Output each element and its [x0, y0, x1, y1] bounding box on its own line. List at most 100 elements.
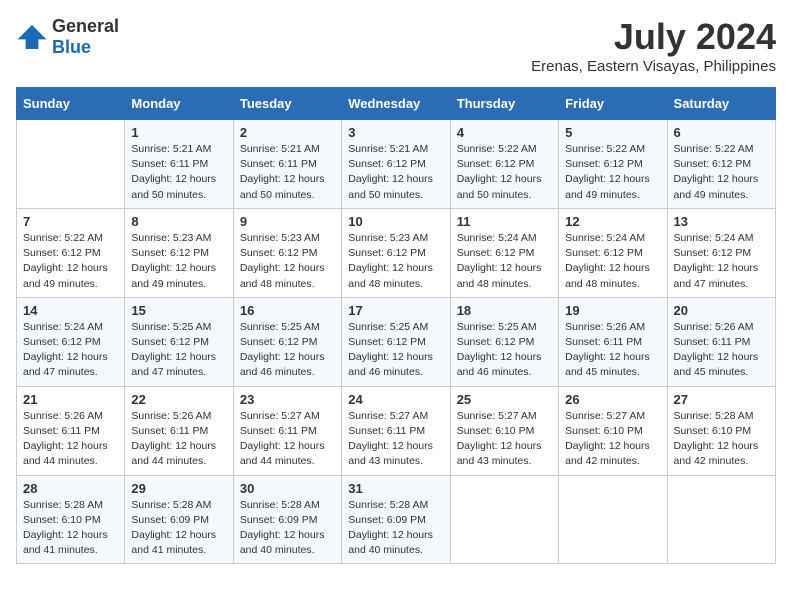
weekday-header-tuesday: Tuesday — [233, 88, 341, 120]
day-daylight: Daylight: 12 hours and 50 minutes. — [240, 173, 325, 200]
day-sunrise: Sunrise: 5:22 AM — [23, 232, 103, 244]
day-number: 18 — [457, 303, 552, 318]
day-daylight: Daylight: 12 hours and 44 minutes. — [23, 440, 108, 467]
day-sunset: Sunset: 6:09 PM — [348, 514, 426, 526]
day-daylight: Daylight: 12 hours and 48 minutes. — [457, 262, 542, 289]
day-daylight: Daylight: 12 hours and 49 minutes. — [23, 262, 108, 289]
day-sunset: Sunset: 6:09 PM — [240, 514, 318, 526]
day-sunrise: Sunrise: 5:28 AM — [131, 499, 211, 511]
day-daylight: Daylight: 12 hours and 44 minutes. — [240, 440, 325, 467]
calendar-week-row: 28 Sunrise: 5:28 AM Sunset: 6:10 PM Dayl… — [17, 475, 776, 564]
day-number: 20 — [674, 303, 769, 318]
day-sunset: Sunset: 6:11 PM — [674, 336, 751, 348]
calendar-cell: 31 Sunrise: 5:28 AM Sunset: 6:09 PM Dayl… — [342, 475, 450, 564]
day-sunrise: Sunrise: 5:24 AM — [23, 321, 103, 333]
day-daylight: Daylight: 12 hours and 47 minutes. — [23, 351, 108, 378]
day-daylight: Daylight: 12 hours and 40 minutes. — [240, 529, 325, 556]
day-sunset: Sunset: 6:11 PM — [23, 425, 100, 437]
day-number: 6 — [674, 125, 769, 140]
day-number: 8 — [131, 214, 226, 229]
calendar-cell: 1 Sunrise: 5:21 AM Sunset: 6:11 PM Dayli… — [125, 120, 233, 209]
day-sunrise: Sunrise: 5:27 AM — [240, 410, 320, 422]
calendar-table: SundayMondayTuesdayWednesdayThursdayFrid… — [16, 87, 776, 564]
calendar-cell: 8 Sunrise: 5:23 AM Sunset: 6:12 PM Dayli… — [125, 208, 233, 297]
day-number: 31 — [348, 481, 443, 496]
day-sunrise: Sunrise: 5:25 AM — [457, 321, 537, 333]
day-sunset: Sunset: 6:11 PM — [131, 158, 208, 170]
weekday-header-sunday: Sunday — [17, 88, 125, 120]
calendar-cell: 5 Sunrise: 5:22 AM Sunset: 6:12 PM Dayli… — [559, 120, 667, 209]
calendar-cell: 25 Sunrise: 5:27 AM Sunset: 6:10 PM Dayl… — [450, 386, 558, 475]
day-number: 23 — [240, 392, 335, 407]
calendar-week-row: 14 Sunrise: 5:24 AM Sunset: 6:12 PM Dayl… — [17, 297, 776, 386]
day-sunrise: Sunrise: 5:27 AM — [565, 410, 645, 422]
day-number: 14 — [23, 303, 118, 318]
day-sunset: Sunset: 6:12 PM — [131, 336, 209, 348]
weekday-header-thursday: Thursday — [450, 88, 558, 120]
day-sunset: Sunset: 6:11 PM — [565, 336, 642, 348]
day-sunrise: Sunrise: 5:24 AM — [565, 232, 645, 244]
day-sunrise: Sunrise: 5:22 AM — [674, 143, 754, 155]
day-sunset: Sunset: 6:11 PM — [240, 425, 317, 437]
header: General Blue July 2024 Erenas, Eastern V… — [16, 16, 776, 75]
day-number: 5 — [565, 125, 660, 140]
calendar-cell: 21 Sunrise: 5:26 AM Sunset: 6:11 PM Dayl… — [17, 386, 125, 475]
day-daylight: Daylight: 12 hours and 46 minutes. — [457, 351, 542, 378]
calendar-cell: 23 Sunrise: 5:27 AM Sunset: 6:11 PM Dayl… — [233, 386, 341, 475]
day-sunset: Sunset: 6:12 PM — [240, 336, 318, 348]
day-number: 9 — [240, 214, 335, 229]
day-number: 10 — [348, 214, 443, 229]
logo: General Blue — [16, 16, 119, 58]
day-number: 22 — [131, 392, 226, 407]
day-number: 17 — [348, 303, 443, 318]
day-number: 3 — [348, 125, 443, 140]
day-daylight: Daylight: 12 hours and 49 minutes. — [565, 173, 650, 200]
calendar-cell: 12 Sunrise: 5:24 AM Sunset: 6:12 PM Dayl… — [559, 208, 667, 297]
weekday-header-friday: Friday — [559, 88, 667, 120]
calendar-cell — [17, 120, 125, 209]
day-number: 16 — [240, 303, 335, 318]
day-daylight: Daylight: 12 hours and 48 minutes. — [240, 262, 325, 289]
calendar-cell: 20 Sunrise: 5:26 AM Sunset: 6:11 PM Dayl… — [667, 297, 775, 386]
day-sunrise: Sunrise: 5:27 AM — [457, 410, 537, 422]
day-number: 27 — [674, 392, 769, 407]
calendar-cell: 4 Sunrise: 5:22 AM Sunset: 6:12 PM Dayli… — [450, 120, 558, 209]
day-number: 1 — [131, 125, 226, 140]
day-sunset: Sunset: 6:10 PM — [565, 425, 643, 437]
day-sunset: Sunset: 6:11 PM — [348, 425, 425, 437]
day-sunrise: Sunrise: 5:23 AM — [240, 232, 320, 244]
day-daylight: Daylight: 12 hours and 49 minutes. — [131, 262, 216, 289]
day-sunset: Sunset: 6:12 PM — [457, 336, 535, 348]
weekday-header-row: SundayMondayTuesdayWednesdayThursdayFrid… — [17, 88, 776, 120]
day-daylight: Daylight: 12 hours and 42 minutes. — [674, 440, 759, 467]
day-number: 25 — [457, 392, 552, 407]
day-number: 24 — [348, 392, 443, 407]
calendar-cell: 13 Sunrise: 5:24 AM Sunset: 6:12 PM Dayl… — [667, 208, 775, 297]
day-daylight: Daylight: 12 hours and 40 minutes. — [348, 529, 433, 556]
day-sunset: Sunset: 6:12 PM — [348, 336, 426, 348]
day-sunset: Sunset: 6:12 PM — [457, 158, 535, 170]
calendar-cell: 11 Sunrise: 5:24 AM Sunset: 6:12 PM Dayl… — [450, 208, 558, 297]
calendar-cell — [450, 475, 558, 564]
day-number: 7 — [23, 214, 118, 229]
calendar-week-row: 21 Sunrise: 5:26 AM Sunset: 6:11 PM Dayl… — [17, 386, 776, 475]
day-number: 2 — [240, 125, 335, 140]
day-sunset: Sunset: 6:12 PM — [240, 247, 318, 259]
calendar-cell: 17 Sunrise: 5:25 AM Sunset: 6:12 PM Dayl… — [342, 297, 450, 386]
day-number: 13 — [674, 214, 769, 229]
day-sunrise: Sunrise: 5:28 AM — [348, 499, 428, 511]
day-daylight: Daylight: 12 hours and 47 minutes. — [131, 351, 216, 378]
day-sunset: Sunset: 6:10 PM — [457, 425, 535, 437]
day-daylight: Daylight: 12 hours and 47 minutes. — [674, 262, 759, 289]
day-daylight: Daylight: 12 hours and 46 minutes. — [348, 351, 433, 378]
calendar-week-row: 1 Sunrise: 5:21 AM Sunset: 6:11 PM Dayli… — [17, 120, 776, 209]
day-number: 19 — [565, 303, 660, 318]
day-number: 12 — [565, 214, 660, 229]
location-subtitle: Erenas, Eastern Visayas, Philippines — [531, 58, 776, 75]
month-year-title: July 2024 — [531, 16, 776, 58]
calendar-cell: 3 Sunrise: 5:21 AM Sunset: 6:12 PM Dayli… — [342, 120, 450, 209]
calendar-cell: 16 Sunrise: 5:25 AM Sunset: 6:12 PM Dayl… — [233, 297, 341, 386]
day-number: 4 — [457, 125, 552, 140]
calendar-cell: 30 Sunrise: 5:28 AM Sunset: 6:09 PM Dayl… — [233, 475, 341, 564]
day-number: 11 — [457, 214, 552, 229]
